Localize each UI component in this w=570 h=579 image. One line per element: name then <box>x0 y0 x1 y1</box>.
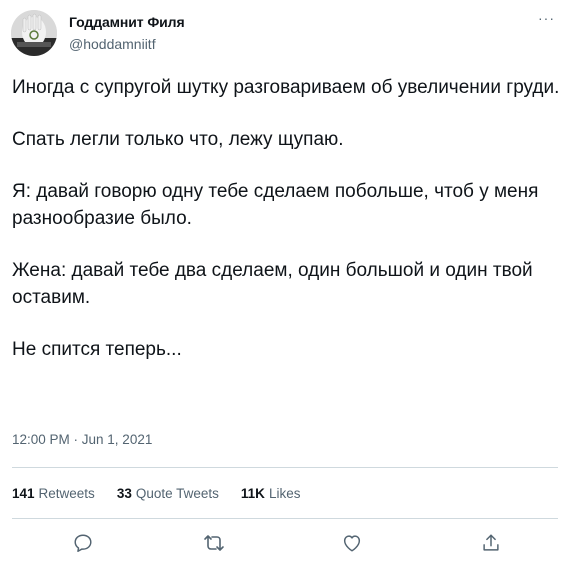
heart-icon[interactable] <box>341 532 363 554</box>
retweets-label: Retweets <box>38 486 95 501</box>
action-bar <box>0 532 570 558</box>
tweet-paragraph: Спать легли только что, лежу щупаю. <box>12 129 344 150</box>
avatar[interactable] <box>11 10 57 56</box>
divider <box>12 467 558 468</box>
quote-tweets-stat[interactable]: 33 Quote Tweets <box>117 486 219 501</box>
engagement-stats: 141 Retweets 33 Quote Tweets 11K Likes <box>12 486 300 501</box>
tweet-paragraph: Не спится теперь... <box>12 339 182 360</box>
tweet-card: Годдамнит Филя @hoddamniitf ··· Иногда с… <box>0 0 570 579</box>
likes-stat[interactable]: 11K Likes <box>241 486 301 501</box>
tweet-timestamp[interactable]: 12:00 PM · Jun 1, 2021 <box>12 432 152 447</box>
retweet-icon[interactable] <box>202 532 226 554</box>
avatar-image <box>11 10 57 56</box>
retweets-stat[interactable]: 141 Retweets <box>12 486 95 501</box>
quote-tweets-count: 33 <box>116 486 132 501</box>
more-options-icon[interactable]: ··· <box>538 10 555 26</box>
tweet-paragraph: Жена: давай тебе два сделаем, один больш… <box>12 260 533 308</box>
share-icon[interactable] <box>480 532 502 554</box>
tweet-paragraph: Я: давай говорю одну тебе сделаем поболь… <box>12 181 539 229</box>
likes-count: 11K <box>240 486 265 501</box>
likes-label: Likes <box>268 486 301 501</box>
author-handle[interactable]: @hoddamniitf <box>69 36 156 52</box>
tweet-text: Иногда с супругой шутку разговариваем об… <box>12 74 560 388</box>
divider <box>12 518 558 519</box>
tweet-paragraph: Иногда с супругой шутку разговариваем об… <box>12 77 560 98</box>
author-name[interactable]: Годдамнит Филя <box>69 14 185 30</box>
reply-icon[interactable] <box>72 532 94 554</box>
quote-tweets-label: Quote Tweets <box>135 486 219 501</box>
retweets-count: 141 <box>12 486 35 501</box>
